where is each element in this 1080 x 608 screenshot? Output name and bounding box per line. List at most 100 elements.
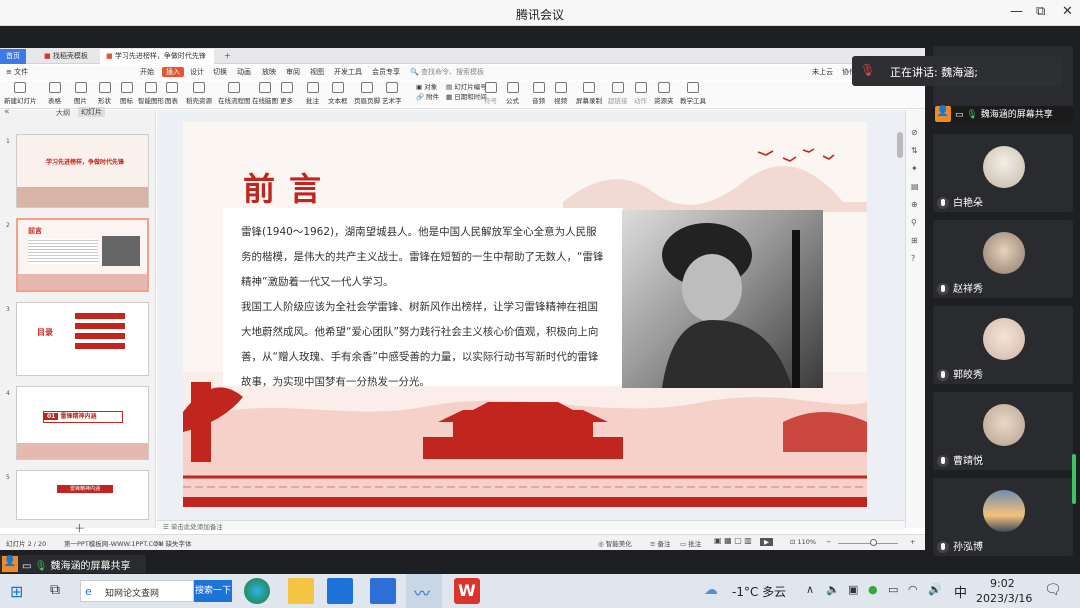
notes-bar[interactable]: ☰ 单击此处添加备注 — [157, 520, 905, 531]
ribbon-wordart[interactable]: 艺术字 — [382, 82, 402, 105]
zoom-level[interactable]: ⊡ 110% — [790, 538, 816, 546]
tray-app-icon[interactable]: ● — [868, 583, 878, 596]
ribbon-comment[interactable]: 批注 — [306, 82, 319, 105]
view-buttons[interactable]: ▣ ▦ ▢ ▥ — [714, 536, 752, 545]
windows-start-icon[interactable]: ⊞ — [10, 582, 23, 601]
tool-icon[interactable]: ⚲ — [911, 218, 917, 227]
slide-thumbnail-5[interactable]: 雷锋精神内涵 — [16, 470, 149, 520]
wifi-icon[interactable]: ◠ — [908, 583, 918, 596]
ribbon-video[interactable]: 视频 — [554, 82, 567, 105]
tool-icon[interactable]: ⇅ — [911, 146, 918, 155]
ribbon-chart[interactable]: 图表 — [165, 82, 178, 105]
pane-tab-slides[interactable]: 幻灯片 — [78, 107, 105, 117]
task-view-icon[interactable]: ⧉ — [50, 582, 60, 598]
participant-tile[interactable]: 曹靖悦 — [933, 392, 1073, 470]
slide-thumbnail-2[interactable]: 前言 — [16, 218, 149, 292]
vertical-scrollbar[interactable] — [897, 132, 903, 158]
ribbon-formula[interactable]: 公式 — [506, 82, 519, 105]
ribbon-more[interactable]: 更多 — [280, 82, 293, 105]
participant-tile[interactable]: 赵祥秀 — [933, 220, 1073, 298]
menu-insert[interactable]: 插入 — [162, 67, 184, 77]
tray-chevron-icon[interactable]: ∧ — [806, 583, 814, 596]
ribbon-screen-record[interactable]: 屏幕录制 — [576, 82, 602, 105]
search-button[interactable]: 搜索一下 — [194, 580, 232, 602]
smart-beautify-button[interactable]: ◎ 智能美化 — [598, 538, 632, 548]
tab-docer[interactable]: ■ 找稻壳模板 — [38, 49, 94, 64]
weather-text[interactable]: -1°C 多云 — [732, 583, 786, 600]
tool-icon[interactable]: ⊕ — [911, 200, 918, 209]
clock-time[interactable]: 9:02 — [990, 577, 1015, 590]
close-icon[interactable]: ✕ — [1062, 4, 1073, 19]
slide-title[interactable]: 前言 — [243, 164, 335, 210]
ribbon-teaching-tools[interactable]: 教学工具 — [680, 82, 706, 105]
participant-tile[interactable]: 郭皎秀 — [933, 306, 1073, 384]
minimize-icon[interactable]: — — [1010, 4, 1023, 19]
notification-icon[interactable]: 🗨 — [1044, 582, 1062, 598]
ribbon-object-group[interactable]: ▣ 对象 🔗 附件 — [416, 82, 439, 102]
menu-transition[interactable]: 切换 — [213, 67, 227, 77]
ribbon-flowchart[interactable]: 在线流程图 — [218, 82, 251, 105]
menu-design[interactable]: 设计 — [190, 67, 204, 77]
zoom-slider[interactable]: − — [826, 538, 831, 546]
new-tab-button[interactable]: ＋ — [218, 49, 237, 64]
ribbon-mindmap[interactable]: 在线脑图 — [252, 82, 278, 105]
ribbon-hyperlink[interactable]: 超链接 — [608, 82, 628, 105]
pane-tab-outline[interactable]: 大纲 — [56, 108, 70, 118]
ribbon-shape[interactable]: 形状 — [98, 82, 111, 105]
menu-file[interactable]: ≡ 文件 — [6, 67, 28, 77]
tab-home[interactable]: 首页 — [0, 49, 26, 64]
participant-tile[interactable]: 白艳朵 — [933, 134, 1073, 212]
slide-thumbnail-1[interactable]: 学习先进榜样，争做时代先锋 — [16, 134, 149, 208]
ribbon-audio[interactable]: 音频 — [532, 82, 545, 105]
menu-view[interactable]: 视图 — [310, 67, 324, 77]
ribbon-icon[interactable]: 图标 — [120, 82, 133, 105]
volume-icon[interactable]: 🔊 — [928, 583, 942, 596]
tool-icon[interactable]: ✦ — [911, 164, 918, 173]
missing-font-button[interactable]: T↓ 缺失字体 — [154, 538, 191, 548]
menu-animation[interactable]: 动画 — [237, 67, 251, 77]
slide-thumbnail-3[interactable]: 目录 — [16, 302, 149, 376]
participant-tile[interactable]: 孙泓博 — [933, 478, 1073, 556]
ribbon-action[interactable]: 动作 — [634, 82, 647, 105]
text-box[interactable]: 雷锋(1940～1962)，湖南望城县人。他是中国人民解放军全心全意为人民服务的… — [223, 208, 623, 388]
maximize-icon[interactable]: ⧉ — [1036, 4, 1045, 19]
speaker-icon[interactable]: 🔈 — [826, 583, 840, 596]
ribbon-smartart[interactable]: 智能图形 — [138, 82, 164, 105]
tool-icon[interactable]: ⊞ — [911, 236, 918, 245]
ribbon-symbol[interactable]: 符号 — [484, 82, 497, 105]
mail-icon[interactable] — [370, 578, 396, 604]
clock-date[interactable]: 2023/3/16 — [976, 592, 1032, 605]
edge-icon[interactable] — [244, 578, 270, 604]
tool-icon[interactable]: ⊘ — [911, 128, 918, 137]
ribbon-table[interactable]: 表格 — [48, 82, 61, 105]
menu-start[interactable]: 开始 — [140, 67, 154, 77]
ribbon-picture[interactable]: 图片 — [74, 82, 87, 105]
tool-icon[interactable]: ▤ — [911, 182, 919, 191]
taskbar-search-input[interactable]: e 知网论文查网 — [80, 580, 194, 602]
menu-vip[interactable]: 会员专享 — [372, 67, 400, 77]
menu-devtools[interactable]: 开发工具 — [334, 67, 362, 77]
ribbon-header-footer[interactable]: 页眉页脚 — [354, 82, 380, 105]
ribbon-textbox[interactable]: 文本框 — [328, 82, 348, 105]
store-icon[interactable] — [327, 578, 353, 604]
command-search[interactable]: 🔍 查找命令、搜索模板 — [410, 67, 484, 77]
menu-slideshow[interactable]: 放映 — [262, 67, 276, 77]
tab-current-doc[interactable]: ■ 学习先进榜样，争做时代先锋 — [100, 49, 214, 64]
ribbon-new-slide[interactable]: 新建幻灯片 — [4, 82, 37, 105]
wps-icon[interactable]: W — [454, 578, 480, 604]
slide-thumbnail-4[interactable]: 01 雷锋精神内涵 — [16, 386, 149, 460]
menu-review[interactable]: 审阅 — [286, 67, 300, 77]
play-button[interactable]: ▶ — [760, 538, 773, 546]
comment-toggle[interactable]: ▭ 批注 — [680, 538, 701, 548]
notes-toggle[interactable]: ≡ 备注 — [650, 538, 671, 548]
help-icon[interactable]: ? — [911, 254, 915, 263]
zoom-in[interactable]: + — [910, 538, 915, 546]
participant-scrollbar[interactable] — [1072, 454, 1076, 504]
file-explorer-icon[interactable] — [288, 578, 314, 604]
zoom-slider-thumb[interactable] — [870, 539, 877, 546]
ribbon-docer[interactable]: 稻壳资源 — [186, 82, 212, 105]
collapse-pane-icon[interactable]: « — [4, 107, 10, 117]
ribbon-resources[interactable]: 资源夹 — [654, 82, 674, 105]
ribbon-slide-number-group[interactable]: ▤ 幻灯片编号 ▦ 日期和时间 — [446, 82, 487, 102]
leifeng-photo[interactable] — [622, 210, 823, 388]
